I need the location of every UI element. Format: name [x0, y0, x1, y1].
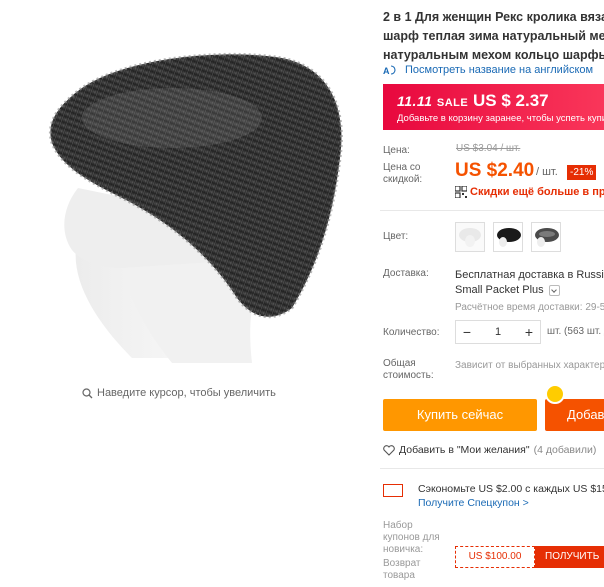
- discount-price-label: Цена со скидкой:: [383, 162, 422, 186]
- shipping-service[interactable]: Small Packet Plus: [455, 283, 604, 298]
- product-title-line: шарф теплая зима натуральный мех: [383, 29, 604, 43]
- price-unit: / шт.: [536, 166, 558, 178]
- newbie-coupons-label-line: Набор: [383, 520, 413, 531]
- translate-title-link[interactable]: A Посмотреть название на английском: [383, 64, 593, 76]
- coupon-icon: [383, 484, 403, 497]
- total-price-note: Зависит от выбранных характеристик: [455, 360, 604, 371]
- product-title: 2 в 1 Для женщин Рекс кролика вязаный ша…: [383, 8, 604, 65]
- divider: [380, 210, 604, 211]
- delivery-estimate: Расчётное время доставки: 29-59 дней: [455, 302, 604, 313]
- discount-price-label-line: скидкой:: [383, 174, 423, 185]
- newbie-coupons-label-line: купонов для: [383, 532, 440, 543]
- total-label-line: стоимость:: [383, 370, 434, 381]
- store-coupon-offer: Сэкономьте US $2.00 с каждых US $15.00: [418, 483, 604, 495]
- sale-word: SALE: [436, 97, 469, 109]
- product-gallery: Наведите курсор, чтобы увеличить: [0, 0, 372, 587]
- total-label-line: Общая: [383, 358, 416, 369]
- product-title-line: 2 в 1 Для женщин Рекс кролика вязаный: [383, 10, 604, 24]
- sale-event-date: 11.11: [397, 93, 433, 109]
- total-label: Общая стоимость:: [383, 358, 434, 382]
- quantity-decrease-button[interactable]: −: [456, 324, 478, 340]
- sale-price: US $ 2.37: [473, 91, 549, 110]
- shipping-destination: Бесплатная доставка в Russian Federation: [455, 269, 604, 281]
- newbie-coupon-value: US $100.00: [455, 546, 535, 568]
- product-info: 2 в 1 Для женщин Рекс кролика вязаный ша…: [380, 0, 604, 587]
- promo-badge-icon: [545, 384, 565, 404]
- product-image[interactable]: [22, 18, 358, 368]
- quantity-input[interactable]: 1: [478, 326, 518, 338]
- translate-icon: A: [383, 65, 396, 76]
- newbie-coupons-label-line: новичка:: [383, 544, 424, 555]
- product-title-line: натуральным мехом кольцо шарфы: [383, 48, 604, 62]
- get-special-coupon-link[interactable]: Получите Спецкупон >: [418, 497, 529, 509]
- quantity-stepper: − 1 +: [455, 320, 541, 344]
- translate-link-text: Посмотреть название на английском: [405, 64, 594, 76]
- qr-code-icon: [455, 186, 467, 198]
- get-coupon-button[interactable]: ПОЛУЧИТЬ: [535, 546, 604, 568]
- newbie-coupons-label: Набор купонов для новичка:: [383, 520, 440, 556]
- svg-text:A: A: [383, 66, 390, 76]
- color-swatch-grey[interactable]: [531, 222, 561, 252]
- original-price: US $3.04 / шт.: [456, 143, 521, 154]
- chevron-down-icon[interactable]: [548, 284, 560, 296]
- heart-icon: [383, 444, 395, 456]
- magnifier-icon: [82, 387, 93, 398]
- color-swatch-black[interactable]: [493, 222, 523, 252]
- color-label: Цвет:: [383, 231, 409, 242]
- stock-available: шт. (563 шт. доступно): [547, 326, 604, 337]
- buy-now-button[interactable]: Купить сейчас: [383, 399, 537, 431]
- shipping-service-text: Small Packet Plus: [455, 284, 544, 296]
- app-discount-text: Скидки ещё больше в приложении: [470, 186, 604, 198]
- sale-hint: Добавьте в корзину заранее, чтобы успеть…: [397, 113, 604, 124]
- app-discount-link[interactable]: Скидки ещё больше в приложении: [455, 186, 604, 198]
- color-swatch-white[interactable]: [455, 222, 485, 252]
- add-to-wishlist-link[interactable]: Добавить в "Мои желания" (4 добавили): [383, 444, 596, 456]
- shipping-label: Доставка:: [383, 268, 429, 279]
- sale-banner: 11.11 SALE US $ 2.37 Добавьте в корзину …: [383, 84, 604, 130]
- divider: [380, 468, 604, 469]
- swatch-white-image: [456, 223, 484, 251]
- swatch-grey-image: [532, 223, 560, 251]
- wishlist-text: Добавить в "Мои желания": [399, 444, 530, 456]
- quantity-increase-button[interactable]: +: [518, 324, 540, 340]
- discounted-price: US $2.40: [455, 160, 535, 181]
- sale-event: 11.11 SALE: [397, 93, 468, 109]
- discount-badge: -21%: [567, 165, 597, 180]
- quantity-label: Количество:: [383, 327, 440, 338]
- returns-label-line: Возврат: [383, 558, 421, 569]
- returns-label: Возврат товара: [383, 558, 421, 582]
- zoom-hint: Наведите курсор, чтобы увеличить: [82, 387, 276, 399]
- shipping-method: Бесплатная доставка в Russian Federation…: [455, 268, 604, 298]
- wishlist-count: (4 добавили): [533, 444, 597, 456]
- returns-label-line: товара: [383, 570, 415, 581]
- zoom-hint-text: Наведите курсор, чтобы увеличить: [97, 387, 276, 399]
- price-label: Цена:: [383, 145, 410, 156]
- discount-price-label-line: Цена со: [383, 162, 421, 173]
- swatch-black-image: [494, 223, 522, 251]
